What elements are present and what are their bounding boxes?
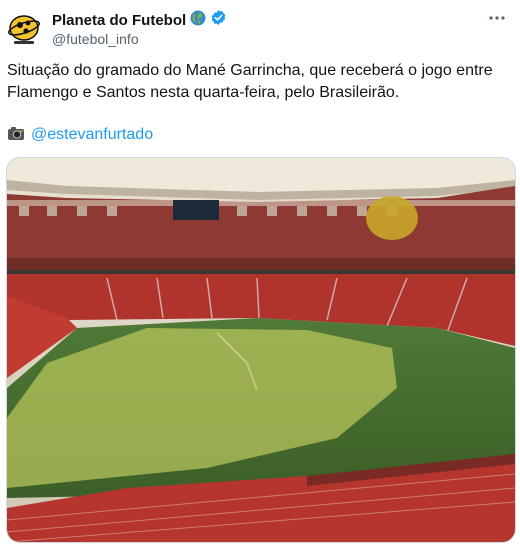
stadium-image <box>7 158 515 542</box>
author-avatar[interactable] <box>5 10 43 48</box>
globe-americas-icon <box>190 10 206 31</box>
ellipsis-icon <box>489 16 505 20</box>
author-handle[interactable]: @futebol_info <box>52 31 480 47</box>
author-name[interactable]: Planeta do Futebol <box>52 12 186 29</box>
tweet-card: Planeta do Futebol @futebol_info Situaçã… <box>0 0 520 546</box>
stadium-photo[interactable] <box>6 157 516 543</box>
planeta-do-futebol-logo <box>6 11 42 47</box>
tweet-header: Planeta do Futebol @futebol_info <box>52 10 480 47</box>
camera-icon <box>7 125 25 146</box>
verified-badge-icon <box>210 9 227 31</box>
photo-credit: @estevanfurtado <box>7 124 153 146</box>
author-name-row: Planeta do Futebol <box>52 10 480 30</box>
tweet-text: Situação do gramado do Mané Garrincha, q… <box>7 62 493 101</box>
more-options-button[interactable] <box>484 8 510 28</box>
credit-mention-link[interactable]: @estevanfurtado <box>31 126 153 144</box>
